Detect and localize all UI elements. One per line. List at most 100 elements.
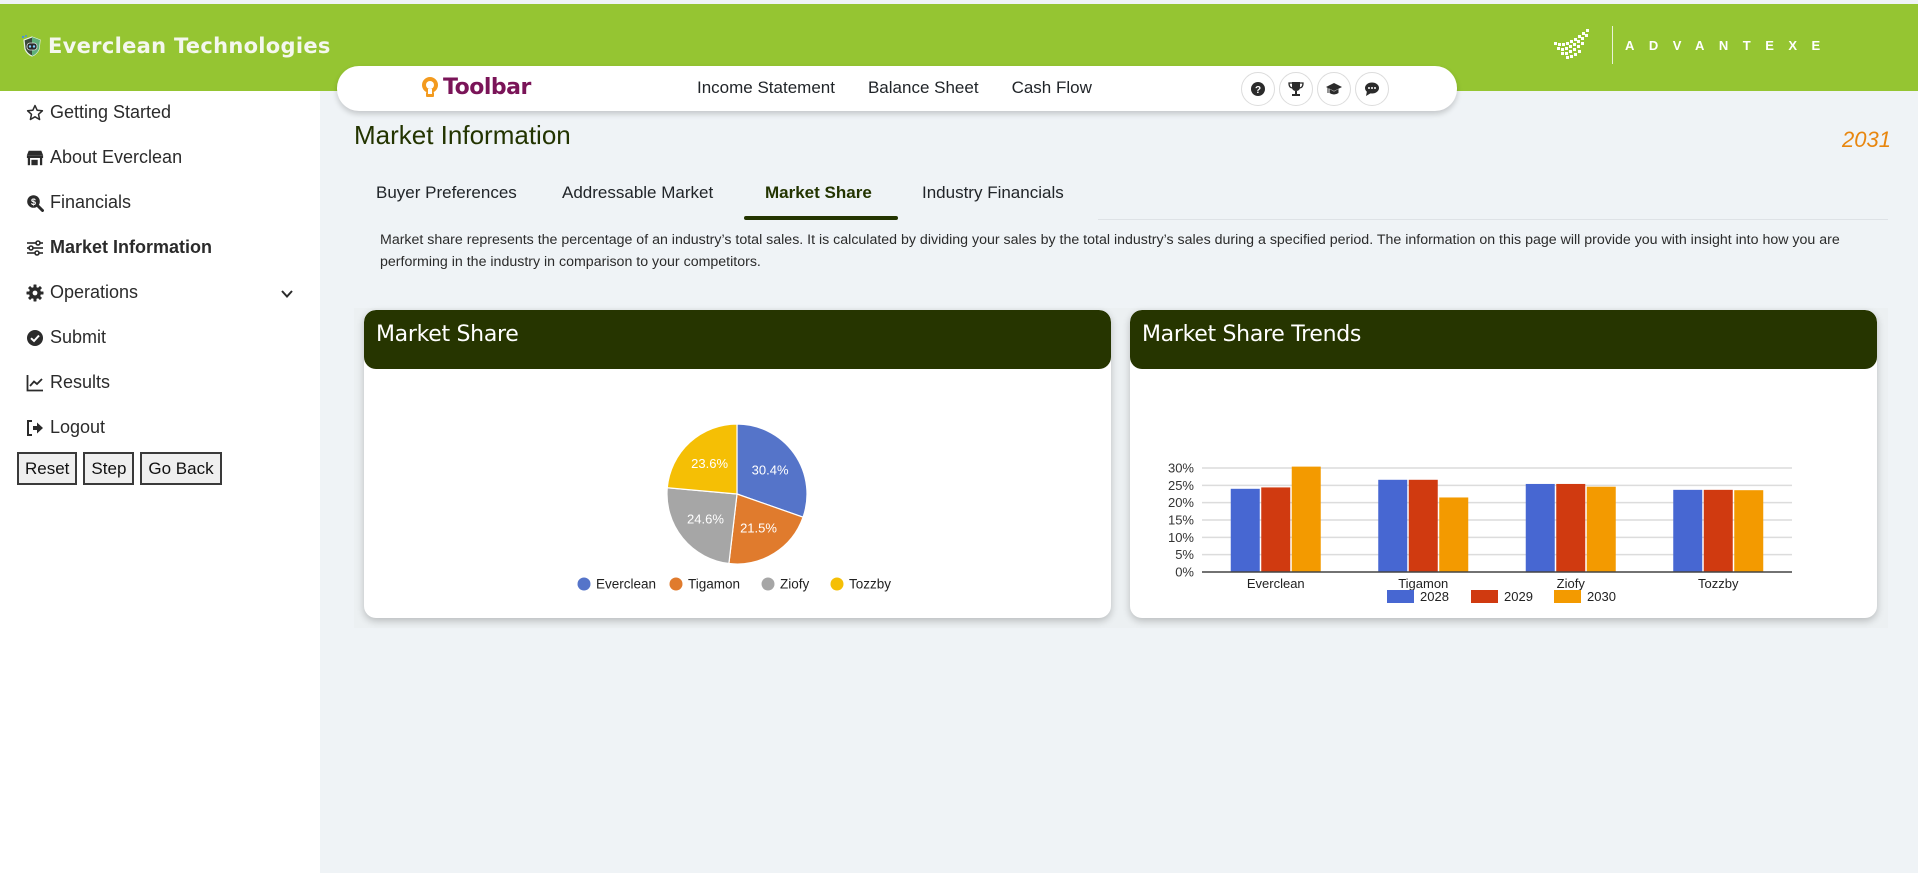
legend-item-2030[interactable]: 2030	[1554, 589, 1616, 604]
y-tick-label: 20%	[1168, 495, 1194, 510]
help-icon: ?	[1251, 82, 1265, 96]
toolbar-link-balance-sheet[interactable]: Balance Sheet	[868, 78, 979, 98]
sidebar-item-financials[interactable]: $ Financials	[26, 192, 131, 213]
chevron-down-icon[interactable]	[280, 287, 294, 301]
y-tick-label: 10%	[1168, 530, 1194, 545]
active-tab-indicator	[744, 216, 898, 220]
sidebar-item-logout[interactable]: Logout	[26, 417, 105, 438]
legend-item-tozzby[interactable]: Tozzby	[830, 577, 892, 592]
tab-bar: Buyer Preferences Addressable Market Mar…	[354, 176, 1888, 220]
toolbar-links: Income Statement Balance Sheet Cash Flow	[697, 78, 1125, 98]
bar-ziofy-2030[interactable]	[1586, 486, 1616, 572]
help-button[interactable]: ?	[1241, 72, 1275, 106]
advantexe-logo: ADVANTEXE	[1552, 26, 1835, 64]
lightbulb-icon	[422, 76, 438, 97]
market-share-trends-card: Market Share Trends 0% 5% 10% 15% 20% 25% 30% E…	[1130, 310, 1877, 618]
y-tick-label: 30%	[1168, 461, 1194, 476]
bar-ziofy-2028[interactable]	[1525, 483, 1555, 572]
tab-buyer-preferences[interactable]: Buyer Preferences	[376, 183, 517, 203]
step-button[interactable]: Step	[83, 452, 135, 485]
reset-button[interactable]: Reset	[17, 452, 78, 485]
toolbar-brand[interactable]: Toolbar	[419, 75, 531, 100]
legend-label: Everclean	[596, 577, 656, 592]
legend-label: 2029	[1504, 589, 1533, 604]
market-share-pie-chart: 30.4% 21.5% 24.6% 23.6% Everclean Tigamon Ziof…	[577, 423, 892, 592]
tab-divider	[1098, 219, 1888, 220]
pie-label-tigamon: 21.5%	[740, 520, 777, 535]
legend-label: Ziofy	[780, 577, 810, 592]
market-share-trends-bar-chart: 0%5%10%15%20%25%30%Everclean Tigamon Ziofy…	[1168, 461, 1792, 604]
legend-item-everclean[interactable]: Everclean	[577, 577, 657, 592]
legend-label: 2030	[1587, 589, 1616, 604]
education-button[interactable]	[1317, 72, 1351, 106]
sidebar-item-operations[interactable]: Operations	[26, 282, 138, 303]
x-tick-label-tozzby: Tozzby	[1698, 576, 1739, 591]
bar-everclean-2030[interactable]	[1291, 466, 1321, 572]
sliders-icon	[26, 239, 44, 257]
sidebar-item-label: Operations	[50, 282, 139, 302]
sidebar-item-label: Submit	[50, 327, 107, 347]
tab-addressable-market[interactable]: Addressable Market	[562, 183, 713, 203]
pie-label-ziofy: 24.6%	[687, 512, 724, 527]
sidebar-item-about-everclean[interactable]: About Everclean	[26, 147, 182, 168]
bar-everclean-2028[interactable]	[1230, 488, 1260, 572]
market-share-card: Market Share 30.4% 21.5% 24.6% 23.6% Evercle…	[364, 310, 1111, 618]
sidebar-item-results[interactable]: Results	[26, 372, 110, 393]
graduation-cap-icon	[1326, 83, 1342, 95]
sidebar-button-group: Reset Step Go Back	[17, 452, 222, 485]
bar-ziofy-2029[interactable]	[1556, 483, 1586, 572]
card-header: Market Share	[364, 310, 1111, 369]
brand[interactable]: Everclean Technologies	[20, 34, 331, 58]
advantexe-mark-icon	[1554, 29, 1589, 59]
legend-item-2029[interactable]: 2029	[1471, 589, 1533, 604]
toolbar-label: Toolbar	[443, 75, 531, 100]
trophy-icon	[1288, 82, 1304, 96]
legend-item-ziofy[interactable]: Ziofy	[761, 577, 810, 592]
legend-label: 2028	[1420, 589, 1449, 604]
svg-text:?: ?	[1255, 85, 1261, 96]
trophy-button[interactable]	[1279, 72, 1313, 106]
bar-tigamon-2028[interactable]	[1378, 479, 1408, 572]
pie-label-everclean: 30.4%	[752, 463, 789, 478]
search-dollar-icon: $	[26, 194, 44, 212]
bar-tozzby-2030[interactable]	[1734, 490, 1764, 572]
logo-divider	[1612, 26, 1613, 64]
chat-icon	[1365, 82, 1379, 96]
bar-tozzby-2029[interactable]	[1703, 489, 1733, 572]
card-header: Market Share Trends	[1130, 310, 1877, 369]
y-tick-label: 15%	[1168, 513, 1194, 528]
bar-tigamon-2029[interactable]	[1408, 479, 1438, 572]
go-back-button[interactable]: Go Back	[140, 452, 222, 485]
gear-icon	[26, 284, 44, 302]
legend-item-tigamon[interactable]: Tigamon	[669, 577, 741, 592]
svg-text:$: $	[31, 197, 36, 207]
card-title: Market Share Trends	[1142, 322, 1362, 347]
toolbar-link-income-statement[interactable]: Income Statement	[697, 78, 835, 98]
y-tick-label: 0%	[1175, 565, 1194, 580]
bar-everclean-2029[interactable]	[1261, 487, 1291, 572]
bar-tigamon-2030[interactable]	[1439, 497, 1469, 572]
legend-swatch	[1471, 590, 1498, 603]
legend-item-2028[interactable]: 2028	[1387, 589, 1449, 604]
legend-swatch	[761, 577, 775, 591]
legend-swatch	[1554, 590, 1581, 603]
toolbar-link-cash-flow[interactable]: Cash Flow	[1012, 78, 1092, 98]
legend-swatch	[669, 577, 683, 591]
toolbar-icon-group: ?	[1241, 72, 1389, 106]
current-year: 2031	[1842, 127, 1891, 152]
y-tick-label: 5%	[1175, 547, 1194, 562]
chat-button[interactable]	[1355, 72, 1389, 106]
legend-label: Tigamon	[688, 577, 740, 592]
sidebar: Getting Started About Everclean $ Financ…	[0, 91, 320, 873]
pie-label-tozzby: 23.6%	[691, 456, 728, 471]
sidebar-item-submit[interactable]: Submit	[26, 327, 106, 348]
tab-market-share[interactable]: Market Share	[765, 183, 872, 203]
legend-swatch	[830, 577, 844, 591]
card-title: Market Share	[376, 322, 519, 347]
sidebar-item-getting-started[interactable]: Getting Started	[26, 102, 171, 123]
sidebar-item-label: Getting Started	[50, 102, 172, 122]
bar-tozzby-2028[interactable]	[1673, 489, 1703, 572]
legend-label: Tozzby	[849, 577, 891, 592]
sidebar-item-market-information[interactable]: Market Information	[26, 237, 212, 258]
tab-industry-financials[interactable]: Industry Financials	[922, 183, 1064, 203]
